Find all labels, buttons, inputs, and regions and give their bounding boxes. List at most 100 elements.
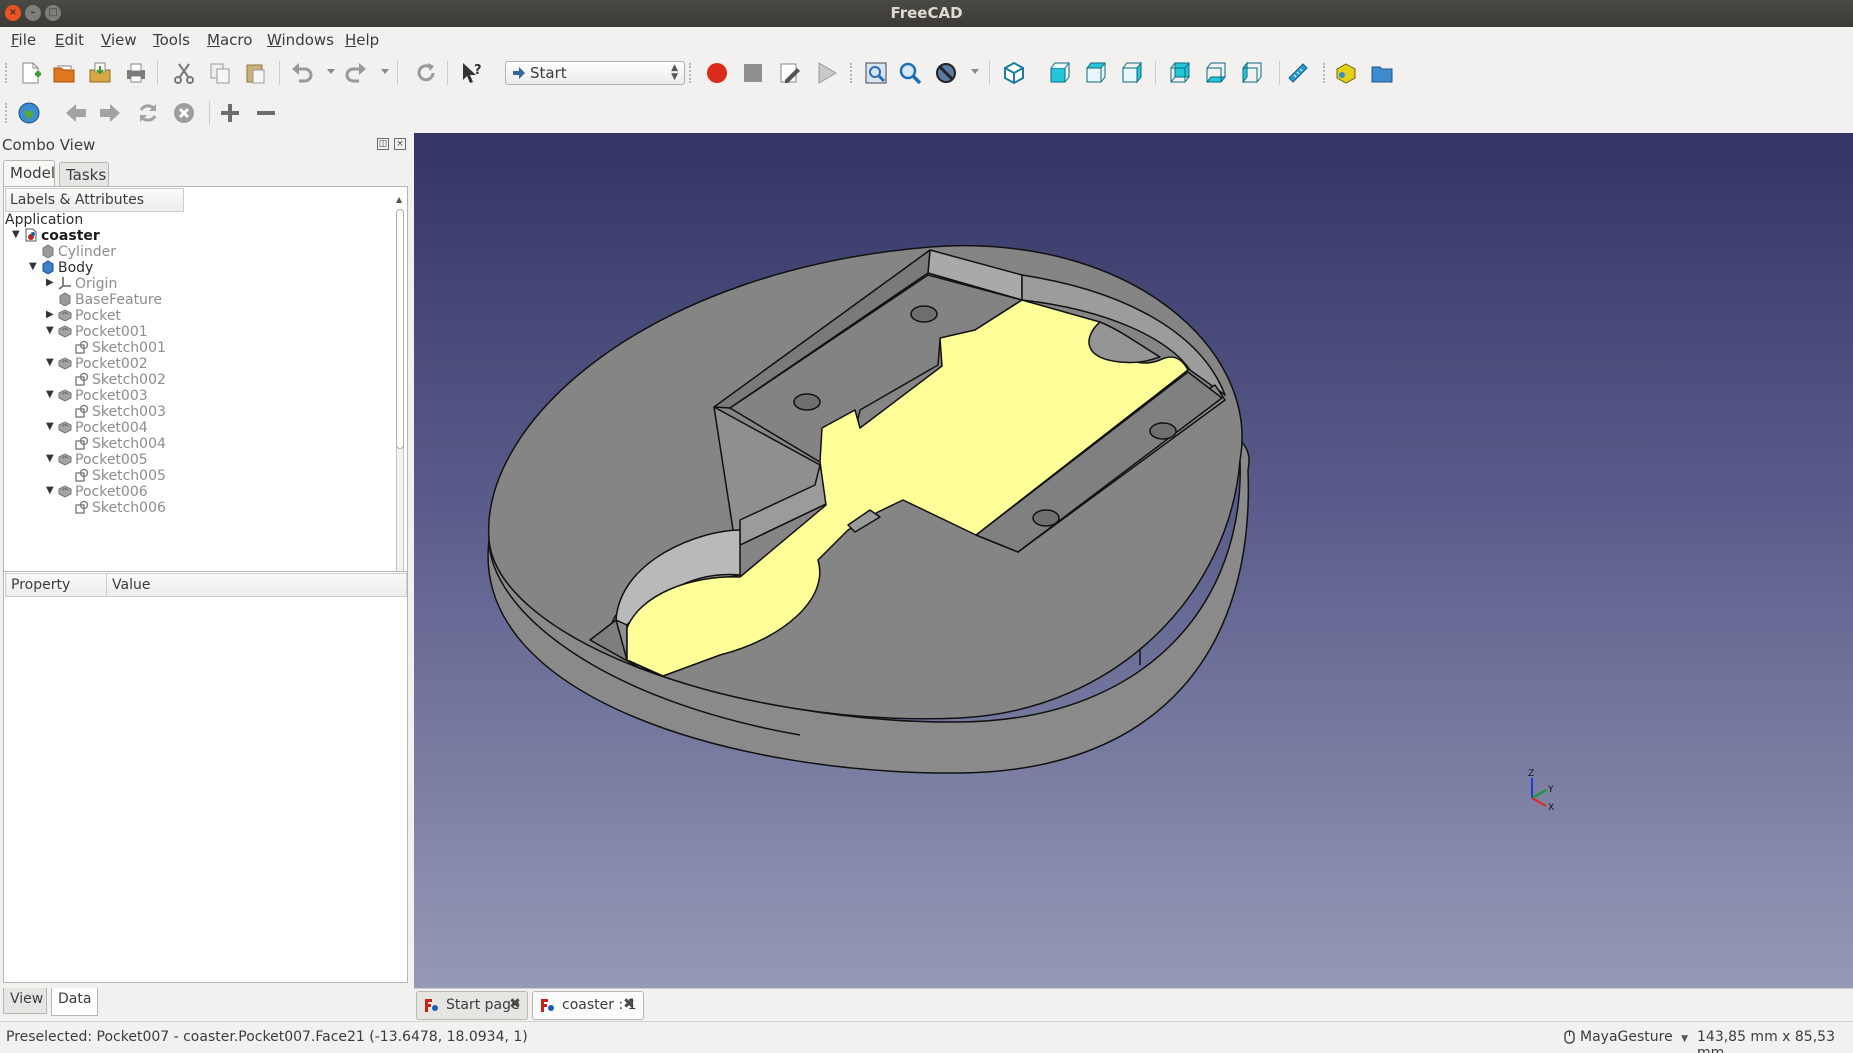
tree-item-label: Pocket002	[75, 356, 148, 372]
menu-edit[interactable]: Edit	[55, 31, 84, 49]
scrollbar-thumb[interactable]	[396, 209, 404, 449]
float-panel-icon[interactable]: ◫	[377, 138, 389, 150]
right-view-icon[interactable]	[1119, 60, 1145, 86]
feature-icon	[58, 292, 72, 307]
zoom-in-icon[interactable]	[217, 100, 243, 126]
tab-coaster[interactable]: coaster : 1 ✖	[532, 991, 644, 1020]
fit-selection-icon[interactable]	[897, 60, 923, 86]
toolbar-grip[interactable]	[5, 103, 9, 123]
menu-help[interactable]: Help	[345, 31, 379, 49]
isometric-view-icon[interactable]	[1001, 60, 1027, 86]
undo-dropdown-arrow[interactable]	[327, 69, 335, 74]
menu-tools[interactable]: Tools	[153, 31, 190, 49]
navigation-style-selector[interactable]: MayaGesture ▼	[1563, 1029, 1688, 1045]
tree-item-label: Origin	[75, 276, 118, 292]
forward-icon[interactable]	[97, 100, 123, 126]
draw-style-dropdown-arrow[interactable]	[971, 69, 979, 74]
left-view-icon[interactable]	[1239, 60, 1265, 86]
tab-tasks[interactable]: Tasks	[59, 162, 109, 186]
record-macro-icon[interactable]	[704, 60, 730, 86]
freecad-icon	[425, 999, 438, 1012]
back-icon[interactable]	[63, 100, 89, 126]
tree-item-label: Body	[58, 260, 94, 276]
property-tab-view[interactable]: View	[3, 988, 47, 1014]
tree-item-label: Pocket005	[75, 452, 148, 468]
close-tab-icon[interactable]: ✖	[508, 997, 522, 1011]
tab-model[interactable]: Model	[3, 160, 55, 186]
navigation-style-label: MayaGesture	[1580, 1029, 1673, 1045]
window-title: FreeCAD	[890, 4, 963, 22]
document-tab-bar: Start page ✖ coaster : 1 ✖	[414, 988, 1853, 1021]
collapsed-arrow-icon[interactable]: ▶	[46, 277, 54, 288]
toolbar-grip[interactable]	[1323, 63, 1327, 83]
combo-view-panel: Combo View ◫ × Model Tasks Labels & Attr…	[0, 133, 410, 1021]
redo-dropdown-arrow[interactable]	[381, 69, 389, 74]
expanded-arrow-icon[interactable]: ▼	[29, 261, 37, 272]
3d-viewport[interactable]: Z Y X	[414, 133, 1853, 988]
tab-start-page[interactable]: Start page ✖	[416, 991, 528, 1020]
value-column-header[interactable]: Value	[106, 573, 407, 597]
draw-style-icon[interactable]	[933, 60, 959, 86]
tree-header[interactable]: Labels & Attributes	[5, 188, 184, 212]
redo-icon[interactable]	[343, 60, 369, 86]
rear-view-icon[interactable]	[1167, 60, 1193, 86]
expanded-arrow-icon[interactable]: ▼	[46, 325, 54, 336]
cut-icon[interactable]	[171, 60, 197, 86]
expanded-arrow-icon[interactable]: ▼	[46, 357, 54, 368]
axis-cross-icon: Z Y X	[1528, 769, 1554, 813]
scroll-up-arrow-icon[interactable]: ▲	[396, 195, 402, 204]
undo-icon[interactable]	[289, 60, 315, 86]
combo-view-title: Combo View	[2, 136, 96, 154]
close-panel-icon[interactable]: ×	[394, 138, 406, 150]
print-icon[interactable]	[123, 60, 149, 86]
tree-item-label: BaseFeature	[75, 292, 162, 308]
save-icon[interactable]	[87, 60, 113, 86]
collapsed-arrow-icon[interactable]: ▶	[46, 309, 54, 320]
menu-view[interactable]: View	[101, 31, 137, 49]
bottom-view-icon[interactable]	[1203, 60, 1229, 86]
zoom-out-icon[interactable]	[253, 100, 279, 126]
fit-all-icon[interactable]	[863, 60, 889, 86]
menu-macro[interactable]: Macro	[207, 31, 252, 49]
expanded-arrow-icon[interactable]: ▼	[46, 453, 54, 464]
property-column-header[interactable]: Property	[5, 573, 107, 597]
toolbar-grip[interactable]	[5, 63, 9, 83]
workbench-select[interactable]: Start ▲ ▼	[505, 61, 685, 85]
refresh-icon[interactable]	[413, 60, 439, 86]
spinner-arrows-icon: ▲ ▼	[671, 63, 678, 82]
group-icon[interactable]	[1369, 60, 1395, 86]
front-view-icon[interactable]	[1047, 60, 1073, 86]
copy-icon[interactable]	[207, 60, 233, 86]
whats-this-icon[interactable]: ?	[459, 60, 485, 86]
expanded-arrow-icon[interactable]: ▼	[46, 485, 54, 496]
property-tab-data[interactable]: Data	[51, 988, 98, 1016]
tree-item-label: Pocket006	[75, 484, 148, 500]
part-icon[interactable]	[1333, 60, 1359, 86]
pocket-icon	[58, 356, 72, 370]
expanded-arrow-icon[interactable]: ▼	[46, 389, 54, 400]
toolbar-grip[interactable]	[850, 63, 854, 83]
axis-label-y: Y	[1547, 785, 1554, 795]
property-editor[interactable]: Property Value	[3, 571, 408, 983]
toolbar-grip[interactable]	[689, 63, 693, 83]
main-toolbar: ? Start ▲ ▼	[0, 53, 1853, 93]
expanded-arrow-icon[interactable]: ▼	[46, 421, 54, 432]
edit-macro-icon[interactable]	[777, 60, 803, 86]
stop-icon[interactable]	[171, 100, 197, 126]
coaster-model[interactable]	[414, 133, 1853, 988]
web-home-icon[interactable]	[16, 100, 42, 126]
toolbar-separator	[397, 61, 398, 85]
run-macro-icon[interactable]	[814, 60, 840, 86]
close-tab-icon[interactable]: ✖	[622, 997, 636, 1011]
top-view-icon[interactable]	[1083, 60, 1109, 86]
measure-icon[interactable]	[1285, 60, 1311, 86]
expanded-arrow-icon[interactable]: ▼	[12, 229, 20, 240]
sketch-icon	[75, 436, 89, 450]
open-file-icon[interactable]	[51, 60, 77, 86]
stop-macro-icon[interactable]	[740, 60, 766, 86]
new-file-icon[interactable]	[17, 60, 43, 86]
menu-file[interactable]: File	[11, 31, 36, 49]
menu-windows[interactable]: Windows	[267, 31, 334, 49]
paste-icon[interactable]	[243, 60, 269, 86]
reload-icon[interactable]	[135, 100, 161, 126]
